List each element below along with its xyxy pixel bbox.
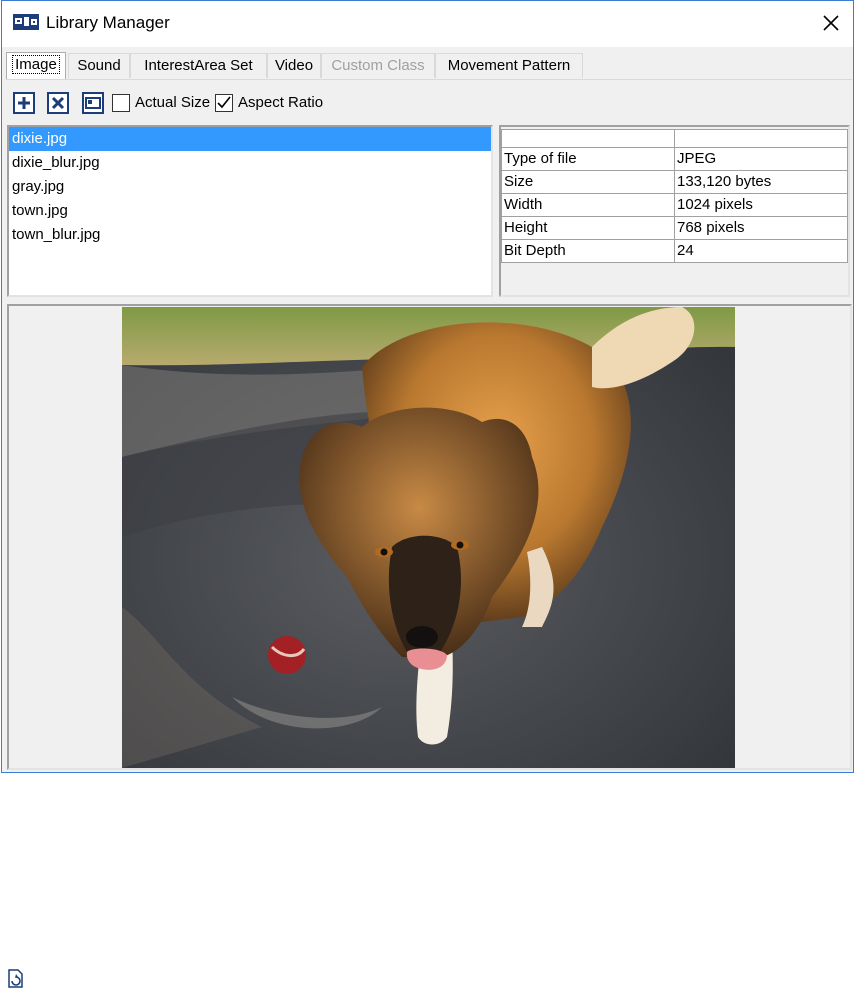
window-icon[interactable] xyxy=(82,92,104,114)
title-bar[interactable]: Library Manager xyxy=(2,1,853,47)
tab-video[interactable]: Video xyxy=(267,53,321,78)
property-key: Width xyxy=(501,193,675,217)
property-key: Height xyxy=(501,216,675,240)
table-row: Height 768 pixels xyxy=(501,216,848,240)
tab-interestarea-set[interactable]: InterestArea Set xyxy=(130,53,267,78)
aspect-ratio-checkbox[interactable] xyxy=(215,94,233,112)
actual-size-label: Actual Size xyxy=(135,94,211,111)
list-item[interactable]: town_blur.jpg xyxy=(9,223,491,247)
property-value: JPEG xyxy=(674,147,848,171)
tab-custom-class: Custom Class xyxy=(321,53,435,78)
tab-divider xyxy=(6,79,852,80)
header-cell xyxy=(674,129,848,148)
property-value: 133,120 bytes xyxy=(674,170,848,194)
image-properties-grid: Type of file JPEG Size 133,120 bytes Wid… xyxy=(499,125,850,297)
properties-header-row xyxy=(501,129,848,148)
table-row: Size 133,120 bytes xyxy=(501,170,848,194)
library-manager-window: Library Manager Image Sound InterestArea… xyxy=(1,0,854,773)
image-preview-pane xyxy=(7,304,852,770)
tab-movement-pattern[interactable]: Movement Pattern xyxy=(435,53,583,78)
list-item[interactable]: dixie.jpg xyxy=(9,127,491,151)
property-value: 24 xyxy=(674,239,848,263)
header-cell xyxy=(501,129,675,148)
list-item[interactable]: gray.jpg xyxy=(9,175,491,199)
property-key: Size xyxy=(501,170,675,194)
document-refresh-icon[interactable] xyxy=(6,969,26,989)
dog-photo xyxy=(122,307,735,768)
x-box-icon[interactable] xyxy=(47,92,69,114)
image-file-list[interactable]: dixie.jpg dixie_blur.jpg gray.jpg town.j… xyxy=(7,125,493,297)
actual-size-checkbox[interactable] xyxy=(112,94,130,112)
checkmark-icon xyxy=(217,96,231,109)
table-row: Width 1024 pixels xyxy=(501,193,848,217)
plus-box-icon[interactable] xyxy=(13,92,35,114)
list-item[interactable]: dixie_blur.jpg xyxy=(9,151,491,175)
tab-sound[interactable]: Sound xyxy=(68,53,130,78)
window-title: Library Manager xyxy=(46,13,170,32)
tab-image[interactable]: Image xyxy=(6,52,66,79)
property-value: 768 pixels xyxy=(674,216,848,240)
property-value: 1024 pixels xyxy=(674,193,848,217)
toolbar: Actual Size Aspect Ratio xyxy=(2,86,853,116)
property-key: Bit Depth xyxy=(501,239,675,263)
property-key: Type of file xyxy=(501,147,675,171)
table-row: Bit Depth 24 xyxy=(501,239,848,263)
library-window-icon xyxy=(13,14,39,30)
aspect-ratio-label: Aspect Ratio xyxy=(238,94,324,111)
list-item[interactable]: town.jpg xyxy=(9,199,491,223)
properties-table: Type of file JPEG Size 133,120 bytes Wid… xyxy=(501,129,848,263)
table-row: Type of file JPEG xyxy=(501,147,848,171)
close-icon[interactable] xyxy=(819,11,843,35)
